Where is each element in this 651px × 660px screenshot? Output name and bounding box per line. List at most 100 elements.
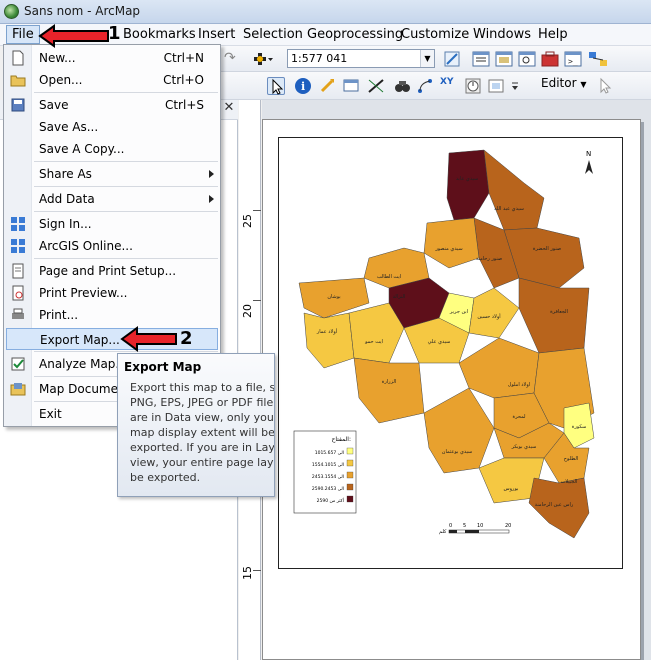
place-label: صنور رحامنة — [476, 256, 502, 262]
scale-bar-segment — [465, 530, 479, 533]
map-region — [303, 312, 355, 369]
open-folder-icon — [10, 72, 26, 88]
identify-icon[interactable]: i — [294, 77, 312, 95]
select-elements-icon[interactable] — [267, 77, 285, 95]
menu-file[interactable]: File — [6, 25, 40, 44]
menu-item-save[interactable]: Save Ctrl+S — [4, 94, 220, 116]
submenu-arrow-icon — [209, 195, 214, 203]
redo-icon[interactable]: ↷ — [224, 50, 242, 68]
chevron-down-icon[interactable]: ▼ — [420, 50, 434, 67]
tooltip-title: Export Map — [124, 360, 202, 374]
open-time-slider-icon[interactable] — [464, 77, 482, 95]
hyperlink-icon[interactable] — [318, 77, 336, 95]
map-scale-combobox[interactable]: 1:577 041 ▼ — [287, 49, 435, 68]
place-label: النزالة — [393, 294, 406, 300]
menu-item-print[interactable]: Print... — [4, 304, 220, 326]
map-region — [483, 149, 545, 231]
editor-menu-button[interactable]: Editor ▼ — [541, 76, 587, 90]
add-data-icon[interactable] — [252, 50, 273, 68]
menu-item-save-as[interactable]: Save As... — [4, 116, 220, 138]
menu-insert[interactable]: Insert — [198, 27, 235, 42]
place-label: بوشان — [327, 294, 340, 300]
menu-item-print-preview[interactable]: Print Preview... — [4, 282, 220, 304]
layout-view[interactable]: N المفتاح: 1015.657 الى 1554.1015 الى 24… — [262, 100, 651, 660]
legend-swatch — [346, 459, 354, 467]
place-label: الجبيلات — [561, 479, 578, 485]
legend-swatch — [346, 495, 354, 503]
create-viewer-window-icon[interactable] — [487, 77, 505, 95]
legend-label: 1015.657 الى — [315, 450, 344, 456]
close-icon[interactable]: ✕ — [222, 101, 236, 115]
python-window-icon[interactable]: >_ — [564, 50, 582, 68]
editor-toolbar-icon[interactable] — [443, 50, 461, 68]
annotation-arrow-1 — [38, 24, 109, 48]
map-region — [446, 149, 490, 221]
scale-bar-label: 5 — [463, 523, 466, 529]
find-route-icon[interactable] — [416, 77, 434, 95]
arctoolbox-icon[interactable] — [541, 50, 559, 68]
table-of-contents-icon[interactable] — [472, 50, 490, 68]
menu-selection[interactable]: Selection — [243, 27, 303, 42]
tooltip-body: Export this map to a file, su PNG, EPS, … — [130, 381, 275, 484]
html-popup-icon[interactable] — [342, 77, 360, 95]
place-label: ايت حمو — [364, 339, 383, 345]
place-label: ايت الطالب — [377, 274, 401, 280]
legend-label: 2590.2453 الى — [312, 486, 344, 492]
map-region — [423, 387, 495, 474]
place-label: الزرارة — [382, 379, 397, 385]
map-frame[interactable]: N المفتاح: 1015.657 الى 1554.1015 الى 24… — [278, 137, 623, 569]
place-label: سيدي منصور — [434, 246, 462, 252]
menu-customize[interactable]: Customize — [401, 27, 469, 42]
place-label: سيدي بوعثمان — [442, 449, 472, 455]
model-builder-icon[interactable] — [588, 50, 607, 68]
scale-bar-label: 0 — [449, 523, 452, 529]
page-setup-icon — [10, 263, 26, 279]
catalog-window-icon[interactable] — [495, 50, 513, 68]
place-label: أولاد حسين — [477, 313, 501, 320]
map-document-icon — [10, 381, 26, 397]
svg-text:i: i — [301, 80, 305, 93]
menu-item-share-as[interactable]: Share As — [4, 163, 220, 185]
place-label: لمحرة — [512, 414, 525, 420]
layout-page: N المفتاح: 1015.657 الى 1554.1015 الى 24… — [262, 119, 641, 660]
place-label: صنور الحضرة — [533, 246, 561, 252]
place-label: ابن جرير — [449, 309, 468, 315]
north-arrow-icon — [585, 160, 593, 174]
place-label: أولاد عمار — [316, 328, 338, 335]
scale-value: 1:577 041 — [291, 52, 348, 65]
place-label: سكورة — [572, 424, 587, 430]
toolbar-options-icon[interactable] — [510, 77, 528, 95]
menu-item-sign-in[interactable]: Sign In... — [4, 213, 220, 235]
menu-item-new[interactable]: New... Ctrl+N — [4, 47, 220, 69]
annotation-number: 2 — [180, 328, 193, 349]
menu-help[interactable]: Help — [538, 27, 568, 42]
print-preview-icon — [10, 285, 26, 301]
arcgis-online-icon — [10, 238, 26, 254]
ruler-label: 20 — [241, 304, 254, 318]
find-icon[interactable] — [393, 77, 411, 95]
place-label: سيدي بويكر — [511, 444, 537, 450]
measure-icon[interactable] — [367, 77, 385, 95]
search-window-icon[interactable] — [518, 50, 536, 68]
menu-geoprocessing[interactable]: Geoprocessing — [307, 27, 403, 42]
place-label: اولاد املول — [508, 382, 530, 388]
menu-item-page-print-setup[interactable]: Page and Print Setup... — [4, 260, 220, 282]
menu-bookmarks[interactable]: Bookmarks — [123, 27, 196, 42]
sign-in-icon — [10, 216, 26, 232]
submenu-arrow-icon — [209, 170, 214, 178]
go-to-xy-icon[interactable]: XY — [440, 77, 458, 95]
legend-label: 2453.1554 الى — [312, 474, 344, 480]
menu-item-save-a-copy[interactable]: Save A Copy... — [4, 138, 220, 160]
legend-swatch — [346, 483, 354, 491]
title-bar: Sans nom - ArcMap — [0, 0, 651, 24]
menu-item-add-data[interactable]: Add Data — [4, 188, 220, 210]
chevron-down-icon: ▼ — [580, 80, 587, 89]
menu-item-open[interactable]: Open... Ctrl+O — [4, 69, 220, 91]
menu-windows[interactable]: Windows — [473, 27, 531, 42]
ruler-label: 15 — [241, 566, 254, 580]
map-region — [468, 287, 520, 339]
place-label: الطلوح — [564, 456, 578, 462]
place-label: سيدي علي — [428, 339, 451, 345]
edit-tool-icon[interactable] — [596, 77, 614, 95]
menu-item-arcgis-online[interactable]: ArcGIS Online... — [4, 235, 220, 257]
